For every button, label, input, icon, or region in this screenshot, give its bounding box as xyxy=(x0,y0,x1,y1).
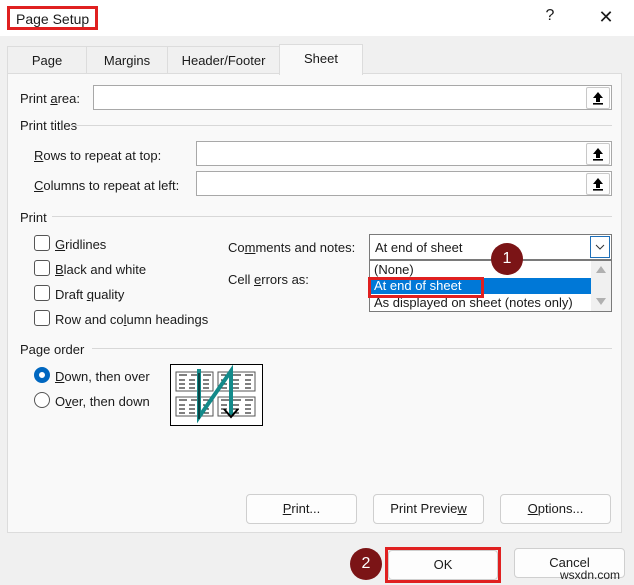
cols-repeat-input[interactable] xyxy=(196,171,612,196)
gridlines-label: Gridlines xyxy=(55,237,107,252)
collapse-dialog-icon xyxy=(593,92,603,105)
page-order-heading: Page order xyxy=(20,342,85,357)
page-order-preview xyxy=(170,364,263,426)
cols-repeat-label: Columns to repeat at left: xyxy=(34,178,180,193)
print-area-collapse-button[interactable] xyxy=(586,87,610,109)
comments-notes-label: Comments and notes: xyxy=(228,240,356,255)
print-titles-heading: Print titles xyxy=(20,118,78,133)
print-preview-button[interactable]: Print Preview xyxy=(373,494,484,524)
black-white-checkbox[interactable] xyxy=(34,260,50,276)
step-1-badge: 1 xyxy=(491,243,523,275)
print-button[interactable]: Print... xyxy=(246,494,357,524)
print-separator xyxy=(52,216,612,217)
tab-margins[interactable]: Margins xyxy=(86,46,168,74)
chevron-down-icon xyxy=(595,244,605,250)
rows-repeat-label: Rows to repeat at top: xyxy=(34,148,162,163)
cols-repeat-collapse-button[interactable] xyxy=(586,173,610,195)
options-button[interactable]: Options... xyxy=(500,494,611,524)
print-area-input[interactable] xyxy=(93,85,612,110)
collapse-dialog-icon xyxy=(593,178,603,191)
page-order-diagram-icon xyxy=(175,364,256,424)
highlight-box-option xyxy=(368,277,484,298)
option-none[interactable]: (None) xyxy=(371,262,591,278)
row-col-headings-checkbox[interactable] xyxy=(34,310,50,326)
draft-quality-label: Draft quality xyxy=(55,287,125,302)
over-then-down-label: Over, then down xyxy=(55,394,150,409)
dialog-title: Page Setup xyxy=(7,6,99,30)
down-then-over-radio[interactable] xyxy=(34,367,50,383)
tab-header-footer[interactable]: Header/Footer xyxy=(167,46,280,74)
print-area-label: Print area: xyxy=(20,91,80,106)
scroll-down-icon[interactable] xyxy=(596,298,606,305)
step-2-badge: 2 xyxy=(350,548,382,580)
over-then-down-radio[interactable] xyxy=(34,392,50,408)
close-icon: ✕ xyxy=(598,7,614,27)
dropdown-toggle[interactable] xyxy=(590,236,610,258)
watermark: wsxdn.com xyxy=(560,568,621,582)
page-order-separator xyxy=(92,348,612,349)
highlight-box-ok xyxy=(385,547,501,583)
close-button[interactable]: ✕ xyxy=(594,6,618,30)
dropdown-scrollbar[interactable] xyxy=(591,261,611,311)
row-col-headings-label: Row and column headings xyxy=(55,312,209,327)
draft-quality-checkbox[interactable] xyxy=(34,285,50,301)
black-white-label: Black and white xyxy=(55,262,147,277)
gridlines-checkbox[interactable] xyxy=(34,235,50,251)
down-then-over-label: Down, then over xyxy=(55,369,150,384)
cell-errors-label: Cell errors as: xyxy=(228,272,309,287)
print-heading: Print xyxy=(20,210,47,225)
print-titles-separator xyxy=(70,125,612,126)
tab-sheet[interactable]: Sheet xyxy=(279,44,363,75)
rows-repeat-collapse-button[interactable] xyxy=(586,143,610,165)
tab-page[interactable]: Page xyxy=(7,46,87,74)
help-button[interactable]: ? xyxy=(540,6,560,26)
comments-notes-value: At end of sheet xyxy=(375,240,463,255)
scroll-up-icon[interactable] xyxy=(596,266,606,273)
collapse-dialog-icon xyxy=(593,148,603,161)
rows-repeat-input[interactable] xyxy=(196,141,612,166)
